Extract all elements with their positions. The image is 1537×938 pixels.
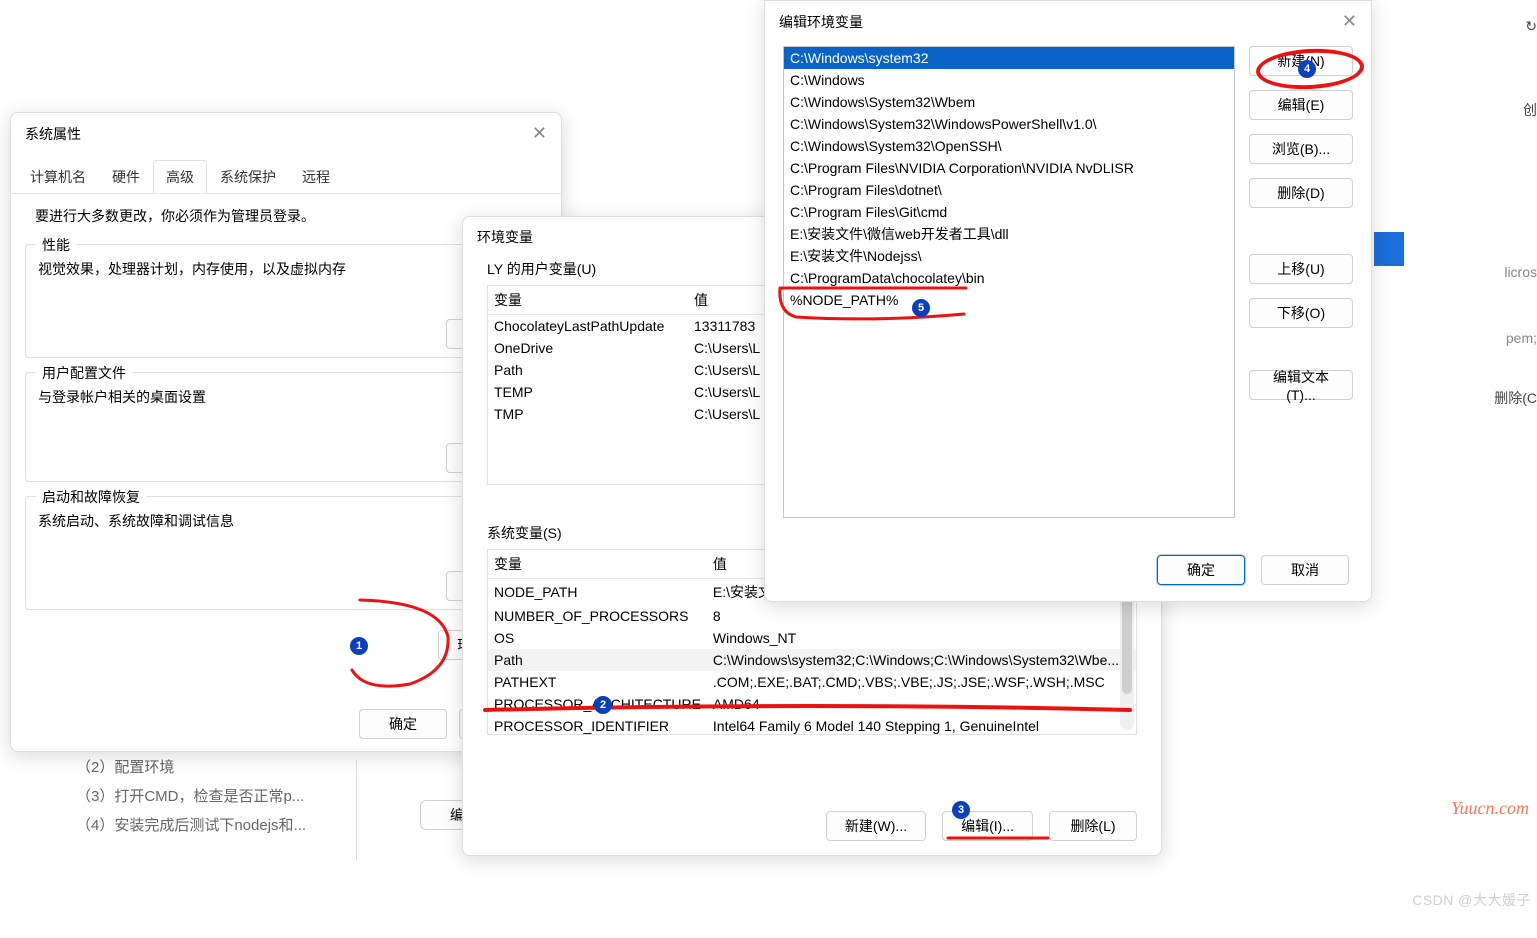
bg-blue-accent — [1374, 232, 1404, 266]
list-item[interactable]: C:\Windows\System32\OpenSSH\ — [784, 135, 1234, 157]
move-down-button[interactable]: 下移(O) — [1249, 298, 1353, 328]
list-item[interactable]: C:\Program Files\NVIDIA Corporation\NVID… — [784, 157, 1234, 179]
edit-text-button[interactable]: 编辑文本(T)... — [1249, 370, 1353, 400]
perf-title: 性能 — [36, 235, 76, 255]
list-item[interactable]: E:\安装文件\微信web开发者工具\dll — [784, 223, 1234, 245]
csdn-watermark: CSDN @大大媛子 — [1412, 890, 1531, 910]
bg-create: 创 — [1523, 100, 1537, 120]
editenv-title: 编辑环境变量 — [779, 12, 863, 32]
tab-computer-name[interactable]: 计算机名 — [17, 160, 99, 193]
bg-ms: licros — [1504, 264, 1537, 280]
editenv-cancel-button[interactable]: 取消 — [1261, 555, 1349, 585]
table-row[interactable]: OSWindows_NT — [488, 627, 1136, 649]
article-item[interactable]: （2）配置环境 — [16, 752, 366, 781]
article-list: （2）配置环境 （3）打开CMD，检查是否正常p... （4）安装完成后测试下n… — [16, 752, 366, 839]
bg-pem: pem; — [1506, 330, 1537, 346]
browse-button[interactable]: 浏览(B)... — [1249, 134, 1353, 164]
editenv-ok-button[interactable]: 确定 — [1157, 555, 1245, 585]
col-var: 变量 — [488, 286, 688, 315]
annotation-badge-2: 2 — [594, 696, 612, 714]
annotation-badge-4: 4 — [1298, 60, 1316, 78]
close-icon[interactable]: ✕ — [1342, 11, 1357, 32]
table-row[interactable]: NUMBER_OF_PROCESSORS8 — [488, 605, 1136, 627]
col-var: 变量 — [488, 550, 707, 579]
envvars-title: 环境变量 — [477, 227, 533, 247]
close-icon[interactable]: ✕ — [532, 123, 547, 144]
sys-delete-button[interactable]: 删除(L) — [1049, 811, 1137, 841]
list-item[interactable]: %NODE_PATH% — [784, 289, 1234, 311]
startup-title: 启动和故障恢复 — [36, 487, 146, 507]
bg-delete-btn: 删除(C — [1494, 388, 1537, 408]
sys-new-button[interactable]: 新建(W)... — [826, 811, 926, 841]
tab-hardware[interactable]: 硬件 — [99, 160, 153, 193]
perf-desc: 视觉效果，处理器计划，内存使用，以及虚拟内存 — [38, 259, 534, 279]
startup-desc: 系统启动、系统故障和调试信息 — [38, 511, 534, 531]
tab-system-protection[interactable]: 系统保护 — [207, 160, 289, 193]
table-row[interactable]: PROCESSOR_ARCHITECTUREAMD64 — [488, 693, 1136, 715]
annotation-badge-3: 3 — [952, 801, 970, 819]
edit-env-dialog: 编辑环境变量 ✕ C:\Windows\system32C:\WindowsC:… — [764, 0, 1372, 602]
list-item[interactable]: C:\Program Files\dotnet\ — [784, 179, 1234, 201]
tab-advanced[interactable]: 高级 — [153, 160, 207, 193]
list-item[interactable]: C:\Windows — [784, 69, 1234, 91]
userprof-title: 用户配置文件 — [36, 363, 132, 383]
list-item[interactable]: C:\Windows\System32\WindowsPowerShell\v1… — [784, 113, 1234, 135]
sysprops-ok-button[interactable]: 确定 — [359, 709, 447, 739]
userprof-desc: 与登录帐户相关的桌面设置 — [38, 387, 534, 407]
list-item[interactable]: C:\Windows\system32 — [784, 47, 1234, 69]
move-up-button[interactable]: 上移(U) — [1249, 254, 1353, 284]
tab-remote[interactable]: 远程 — [289, 160, 343, 193]
brand-watermark: Yuucn.com — [1451, 798, 1529, 819]
article-item[interactable]: （4）安装完成后测试下nodejs和... — [16, 810, 366, 839]
list-item[interactable]: C:\ProgramData\chocolatey\bin — [784, 267, 1234, 289]
list-item[interactable]: C:\Windows\System32\Wbem — [784, 91, 1234, 113]
table-row[interactable]: PROCESSOR_IDENTIFIERIntel64 Family 6 Mod… — [488, 715, 1136, 735]
sysprops-title: 系统属性 — [25, 124, 81, 144]
path-list[interactable]: C:\Windows\system32C:\WindowsC:\Windows\… — [783, 46, 1235, 518]
article-item[interactable]: （3）打开CMD，检查是否正常p... — [16, 781, 366, 810]
annotation-badge-5: 5 — [912, 299, 930, 317]
divider — [356, 760, 357, 860]
sysprops-tabs: 计算机名 硬件 高级 系统保护 远程 — [11, 156, 561, 194]
table-row[interactable]: PATHEXT.COM;.EXE;.BAT;.CMD;.VBS;.VBE;.JS… — [488, 671, 1136, 693]
table-row[interactable]: PathC:\Windows\system32;C:\Windows;C:\Wi… — [488, 649, 1136, 671]
bg-refresh-icon: ↻ — [1525, 18, 1537, 35]
edit-button[interactable]: 编辑(E) — [1249, 90, 1353, 120]
list-item[interactable]: C:\Program Files\Git\cmd — [784, 201, 1234, 223]
list-item[interactable]: E:\安装文件\Nodejss\ — [784, 245, 1234, 267]
delete-button[interactable]: 删除(D) — [1249, 178, 1353, 208]
annotation-badge-1: 1 — [350, 637, 368, 655]
